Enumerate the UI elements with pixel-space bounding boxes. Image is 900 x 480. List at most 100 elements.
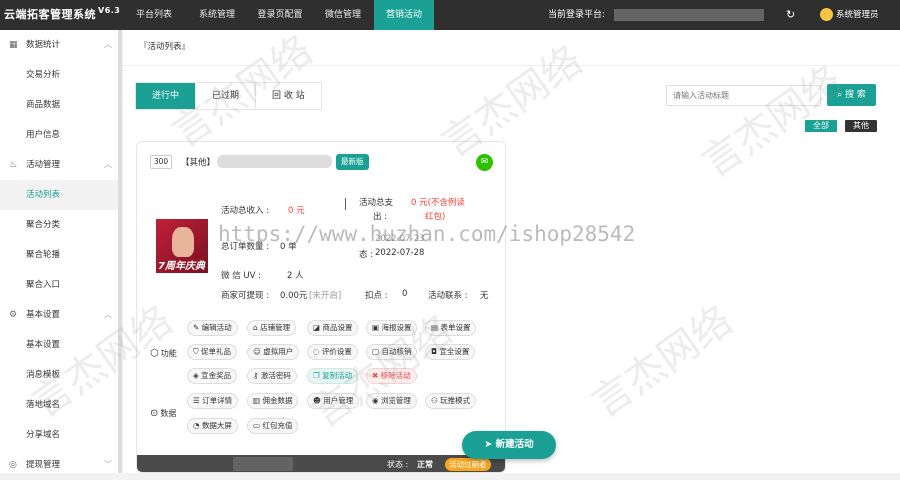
activity-title-blurred bbox=[217, 155, 332, 168]
virtual-user-button[interactable]: ☺ 虚拟用户 bbox=[247, 344, 300, 360]
chevron-up-icon: ︿ bbox=[104, 40, 112, 49]
sidebar-group-activity[interactable]: ♨ 活动管理 ︿ bbox=[0, 150, 122, 180]
red-packet-recharge-button[interactable]: ▭ 红包充值 bbox=[247, 418, 299, 434]
sidebar-group-withdraw[interactable]: ◎ 提现管理 ﹀ bbox=[0, 450, 122, 480]
tab-ongoing[interactable]: 进行中 bbox=[136, 83, 197, 109]
button-label: 移除活动 bbox=[380, 371, 411, 380]
sidebar-item-trade-analysis[interactable]: 交易分析 bbox=[0, 60, 122, 90]
search-button[interactable]: ⌕ 搜 索 bbox=[827, 84, 876, 106]
sidebar-item-share-domain[interactable]: 分享域名 bbox=[0, 420, 122, 450]
prize-button[interactable]: ◈ 宣金奖品 bbox=[187, 368, 238, 384]
review-settings-button[interactable]: ◌ 评价设置 bbox=[307, 344, 358, 360]
sidebar-scrollbar[interactable] bbox=[118, 30, 122, 473]
contact-value: 无 bbox=[480, 291, 489, 301]
browse-manage-button[interactable]: ◉ 浏览管理 bbox=[366, 393, 417, 409]
sidebar-item-label: 活动管理 bbox=[26, 160, 61, 170]
nav-platform-list[interactable]: 平台列表 bbox=[122, 0, 186, 30]
prize-icon: ◈ bbox=[193, 371, 202, 380]
order-detail-button[interactable]: ☰ 订单详情 bbox=[187, 393, 239, 409]
poster-text: 7周年庆典 bbox=[158, 261, 205, 272]
button-label: 自动核销 bbox=[381, 347, 412, 356]
contact-label: 活动联系 : bbox=[428, 291, 468, 301]
eye-icon: ◉ bbox=[372, 396, 381, 405]
sidebar-item-label: 活动列表 bbox=[26, 190, 61, 200]
sidebar-group-settings[interactable]: ⚙ 基本设置 ︿ bbox=[0, 300, 122, 330]
search-input[interactable] bbox=[666, 85, 821, 106]
nav-system-manage[interactable]: 系统管理 bbox=[186, 0, 248, 30]
sidebar-item-label: 分享域名 bbox=[26, 430, 61, 440]
sidebar-item-label: 用户信息 bbox=[26, 130, 61, 140]
button-label: 商品设置 bbox=[322, 323, 353, 332]
form-settings-button[interactable]: ▤ 表单设置 bbox=[425, 320, 477, 336]
app-version: V6.3 bbox=[98, 6, 121, 16]
sidebar-item-aggregate-carousel[interactable]: 聚合轮播 bbox=[0, 240, 122, 270]
function-label-text: 功能 bbox=[160, 349, 177, 358]
income-label: 活动总收入 : bbox=[221, 206, 270, 216]
shop-manage-button[interactable]: ⌂ 店铺管理 bbox=[247, 320, 297, 336]
income-value: 0 元 bbox=[288, 206, 305, 216]
status-label: 状态 : bbox=[387, 460, 409, 469]
expense-value-text: 0 元(不含例读 bbox=[411, 198, 465, 208]
button-label: 激活密码 bbox=[260, 371, 291, 380]
fire-icon: ♨ bbox=[9, 160, 18, 170]
money-icon: ◎ bbox=[9, 460, 17, 470]
sidebar-item-user-info[interactable]: 用户信息 bbox=[0, 120, 122, 150]
new-activity-button[interactable]: ➤ 新建活动 bbox=[462, 431, 556, 459]
check-circle-icon: ⊙ bbox=[150, 408, 159, 419]
edit-icon: ✎ bbox=[193, 323, 202, 332]
deduct-value: 0 bbox=[402, 289, 408, 299]
data-label-text: 数据 bbox=[160, 409, 177, 418]
sidebar-item-basic-settings[interactable]: 基本设置 bbox=[0, 330, 122, 360]
filter-all[interactable]: 全部 bbox=[805, 120, 837, 132]
copy-activity-button[interactable]: ❐ 复制活动 bbox=[307, 368, 359, 384]
poster-settings-button[interactable]: ▣ 海报设置 bbox=[366, 320, 418, 336]
users-icon: ☻ bbox=[313, 396, 324, 405]
sidebar-item-aggregate-entry[interactable]: 聚合入口 bbox=[0, 270, 122, 300]
expire-badge: 活动过期者 bbox=[445, 458, 491, 471]
user-menu[interactable]: 系统管理员 bbox=[812, 0, 900, 30]
tab-recycle-bin[interactable]: 回 收 站 bbox=[256, 83, 321, 109]
current-platform-label: 当前登录平台: bbox=[548, 10, 606, 20]
sidebar-item-product-data[interactable]: 商品数据 bbox=[0, 90, 122, 120]
product-settings-button[interactable]: ◪ 商品设置 bbox=[307, 320, 359, 336]
sidebar-item-aggregate-category[interactable]: 聚合分类 bbox=[0, 210, 122, 240]
button-label: 订单详情 bbox=[202, 396, 233, 405]
nav-login-config[interactable]: 登录页配置 bbox=[248, 0, 312, 30]
orders-label: 总订单数量 : bbox=[221, 242, 270, 252]
filter-other[interactable]: 其他 bbox=[845, 120, 877, 132]
nav-wechat-manage[interactable]: 微信管理 bbox=[312, 0, 374, 30]
security-settings-button[interactable]: ◘ 宣全设置 bbox=[425, 344, 476, 360]
wechat-icon[interactable]: ✉ bbox=[476, 154, 493, 171]
sidebar: ▦ 数据统计 ︿ 交易分析 商品数据 用户信息 ♨ 活动管理 ︿ 活动列表 聚合分类 聚… bbox=[0, 30, 122, 473]
promo-mode-button[interactable]: ⚇ 玩推模式 bbox=[425, 393, 477, 409]
edit-activity-button[interactable]: ✎ 编辑活动 bbox=[187, 320, 238, 336]
button-label: 评价设置 bbox=[321, 347, 352, 356]
refresh-icon[interactable]: ↻ bbox=[786, 8, 795, 21]
remove-activity-button[interactable]: ✖ 移除活动 bbox=[366, 368, 417, 384]
status-value: 正常 bbox=[417, 460, 433, 469]
new-version-tag: 最新版 bbox=[336, 154, 369, 170]
user-manage-button[interactable]: ☻ 用户管理 bbox=[307, 393, 360, 409]
wechat-uv-label: 微 信 UV : bbox=[221, 271, 262, 281]
app-title: 云端拓客管理系统 bbox=[4, 8, 96, 21]
tab-expired[interactable]: 已过期 bbox=[196, 83, 257, 109]
sidebar-item-label: 消息模板 bbox=[26, 370, 61, 380]
activation-code-button[interactable]: ⚷ 激活密码 bbox=[247, 368, 297, 384]
gift-button[interactable]: ⛉ 促单礼品 bbox=[187, 344, 238, 360]
divider bbox=[123, 65, 900, 66]
sidebar-group-stats[interactable]: ▦ 数据统计 ︿ bbox=[0, 30, 122, 60]
data-screen-button[interactable]: ◔ 数据大屏 bbox=[187, 418, 238, 434]
comment-icon: ◌ bbox=[313, 347, 322, 356]
merchant-withdraw-label: 商家可提现 : bbox=[221, 291, 270, 301]
avatar bbox=[820, 8, 833, 21]
auto-verify-button[interactable]: ▢ 自动核销 bbox=[366, 344, 418, 360]
commission-data-button[interactable]: ▥ 佣金数据 bbox=[247, 393, 299, 409]
sidebar-item-landing-domain[interactable]: 落地域名 bbox=[0, 390, 122, 420]
sidebar-item-activity-list[interactable]: 活动列表 bbox=[0, 180, 122, 210]
platform-name-blurred bbox=[614, 9, 764, 21]
new-activity-label: 新建活动 bbox=[495, 439, 534, 450]
sidebar-item-message-template[interactable]: 消息模板 bbox=[0, 360, 122, 390]
nav-marketing[interactable]: 营销活动 bbox=[374, 0, 434, 30]
user-icon: ☺ bbox=[253, 347, 264, 356]
button-label: 宣全设置 bbox=[439, 347, 470, 356]
